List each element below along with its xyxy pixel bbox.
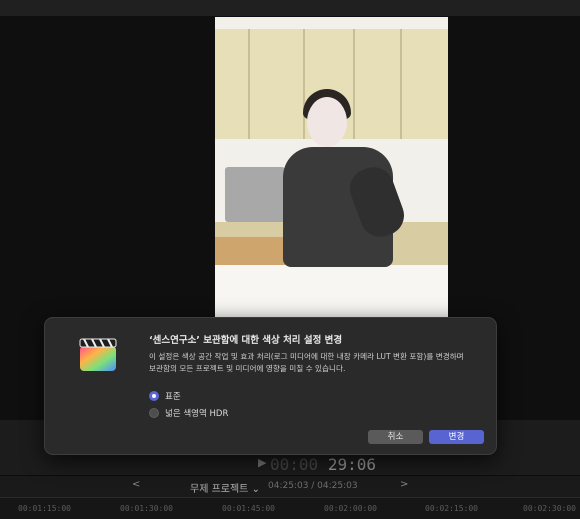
timecode-dim: 00:00 [270, 455, 319, 474]
radio-unselected-icon[interactable] [149, 408, 159, 418]
project-name-label: 무제 프로젝트 [190, 484, 249, 495]
nav-prev-icon[interactable]: < [132, 479, 140, 490]
change-button[interactable]: 변경 [429, 430, 484, 444]
chevron-down-icon: ⌄ [251, 484, 260, 495]
dialog-message: 이 설정은 색상 공간 작업 및 효과 처리(로그 미디어에 대한 내장 카메라… [149, 351, 479, 375]
timecode-display: 00:00 29:06 [270, 455, 376, 474]
color-processing-dialog: ‘센스연구소’ 보관함에 대한 색상 처리 설정 변경 이 설정은 색상 공간 … [44, 317, 497, 455]
ruler-tick: 00:02:30:00 [523, 504, 576, 513]
video-preview [215, 17, 448, 317]
play-icon[interactable]: ▶ [258, 456, 266, 469]
ruler-tick: 00:02:15:00 [425, 504, 478, 513]
radio-selected-icon[interactable] [149, 391, 159, 401]
dialog-message-line: 이 설정은 색상 공간 작업 및 효과 처리(로그 미디어에 대한 내장 카메라… [149, 352, 464, 361]
person-face [307, 97, 347, 147]
dialog-message-line: 보관함의 모든 프로젝트 및 미디어에 영향을 미칠 수 있습니다. [149, 364, 346, 373]
cabinet-seam [248, 29, 250, 139]
ruler-tick: 00:01:15:00 [18, 504, 71, 513]
option-label: 표준 [165, 392, 181, 402]
project-name[interactable]: 무제 프로젝트 ⌄ [190, 480, 260, 495]
ruler-tick: 00:01:30:00 [120, 504, 173, 513]
scene-table [215, 265, 448, 317]
option-label: 넓은 색영역 HDR [165, 409, 229, 419]
cabinet-seam [400, 29, 402, 139]
cancel-button[interactable]: 취소 [368, 430, 423, 444]
cabinet-seam [353, 29, 355, 139]
timecode-main: 29:06 [327, 455, 376, 474]
option-wide-gamut-hdr[interactable]: 넓은 색영역 HDR [149, 407, 228, 419]
top-toolbar [0, 0, 580, 17]
scene-coffee-machine [225, 167, 285, 222]
cabinet-seam [303, 29, 305, 139]
nav-next-icon[interactable]: > [400, 479, 408, 490]
final-cut-pro-icon [79, 338, 117, 371]
project-duration: 04:25:03 / 04:25:03 [268, 481, 358, 491]
timeline-ruler[interactable]: 00:01:15:00 00:01:30:00 00:01:45:00 00:0… [0, 497, 580, 519]
ruler-tick: 00:01:45:00 [222, 504, 275, 513]
option-standard[interactable]: 표준 [149, 390, 181, 402]
ruler-tick: 00:02:00:00 [324, 504, 377, 513]
dialog-title: ‘센스연구소’ 보관함에 대한 색상 처리 설정 변경 [149, 335, 343, 346]
